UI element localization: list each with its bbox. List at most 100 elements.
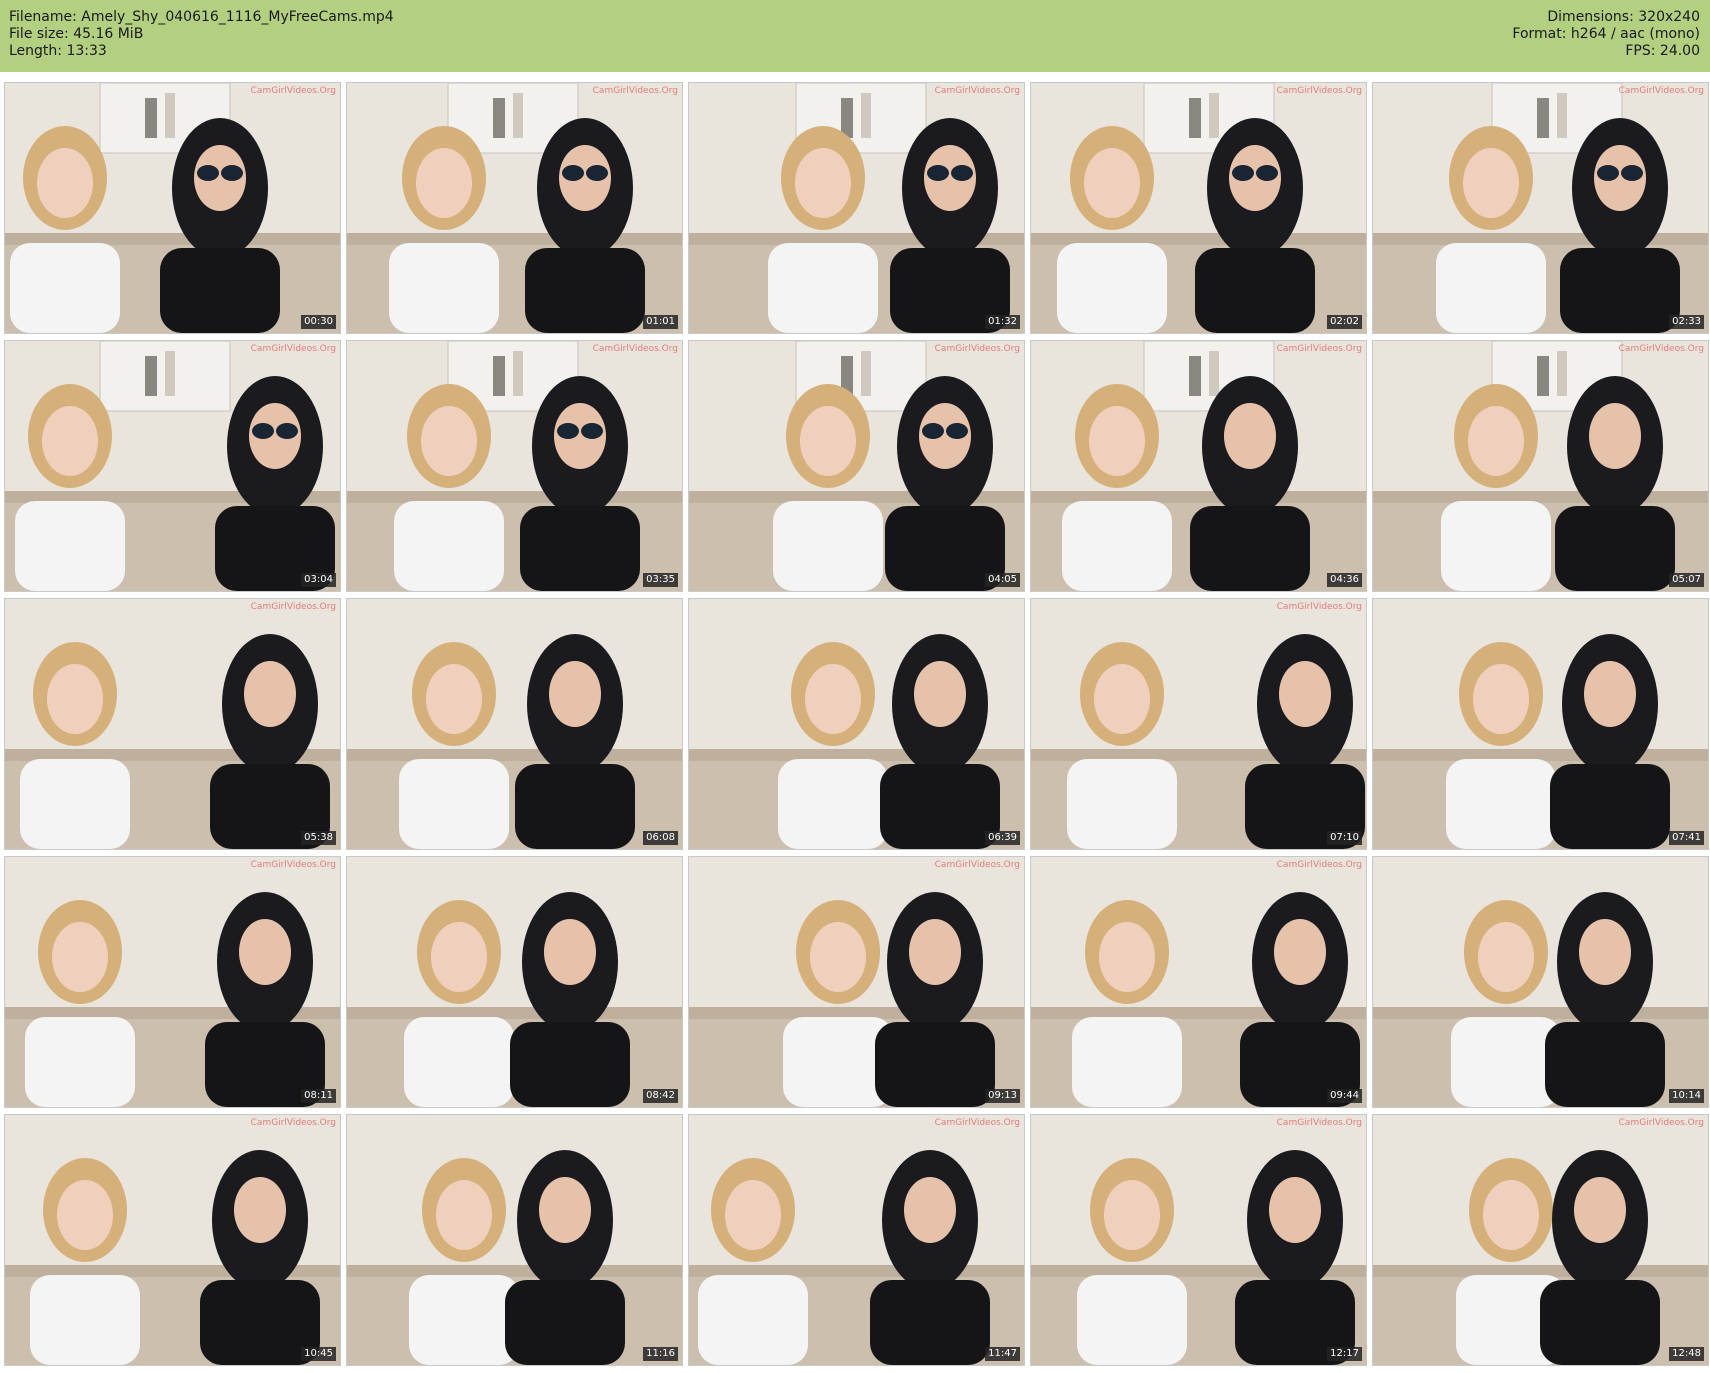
dimensions-text: Dimensions: 320x240 xyxy=(1547,9,1700,25)
video-frame xyxy=(5,599,340,849)
watermark-text: CamGirlVideos.Org xyxy=(250,1118,336,1128)
timestamp-label: 03:04 xyxy=(301,573,336,587)
watermark-text: CamGirlVideos.Org xyxy=(1618,1118,1704,1128)
timestamp-label: 00:30 xyxy=(301,315,336,329)
timestamp-label: 01:01 xyxy=(643,315,678,329)
thumbnail[interactable]: CamGirlVideos.Org 04:05 xyxy=(689,341,1024,591)
timestamp-label: 08:11 xyxy=(301,1089,336,1103)
timestamp-label: 05:38 xyxy=(301,831,336,845)
timestamp-label: 11:47 xyxy=(985,1347,1020,1361)
format-text: Format: h264 / aac (mono) xyxy=(1512,26,1700,42)
video-frame xyxy=(1373,1115,1708,1365)
thumbnail[interactable]: CamGirlVideos.Org 11:47 xyxy=(689,1115,1024,1365)
watermark-text: CamGirlVideos.Org xyxy=(250,602,336,612)
thumbnail[interactable]: CamGirlVideos.Org 01:32 xyxy=(689,83,1024,333)
video-frame xyxy=(1031,599,1366,849)
video-frame xyxy=(347,599,682,849)
thumbnail[interactable]: 06:08 xyxy=(347,599,682,849)
thumbnail[interactable]: CamGirlVideos.Org 03:04 xyxy=(5,341,340,591)
watermark-text: CamGirlVideos.Org xyxy=(934,860,1020,870)
video-frame xyxy=(689,1115,1024,1365)
watermark-text: CamGirlVideos.Org xyxy=(592,344,678,354)
timestamp-label: 09:13 xyxy=(985,1089,1020,1103)
watermark-text: CamGirlVideos.Org xyxy=(250,860,336,870)
thumbnail[interactable]: CamGirlVideos.Org 03:35 xyxy=(347,341,682,591)
thumbnail[interactable]: CamGirlVideos.Org 02:33 xyxy=(1373,83,1708,333)
thumbnail[interactable]: CamGirlVideos.Org 02:02 xyxy=(1031,83,1366,333)
watermark-text: CamGirlVideos.Org xyxy=(1276,344,1362,354)
thumbnail-grid: CamGirlVideos.Org 00:30 CamGirlVideos.Org 0… xyxy=(5,83,1708,1368)
timestamp-label: 07:41 xyxy=(1669,831,1704,845)
filename-text: Filename: Amely_Shy_040616_1116_MyFreeCa… xyxy=(9,9,394,25)
fps-text: FPS: 24.00 xyxy=(1625,43,1700,59)
watermark-text: CamGirlVideos.Org xyxy=(1276,86,1362,96)
watermark-text: CamGirlVideos.Org xyxy=(250,344,336,354)
length-text: Length: 13:33 xyxy=(9,43,107,59)
video-frame xyxy=(1031,83,1366,333)
timestamp-label: 07:10 xyxy=(1327,831,1362,845)
timestamp-label: 02:33 xyxy=(1669,315,1704,329)
watermark-text: CamGirlVideos.Org xyxy=(934,86,1020,96)
timestamp-label: 11:16 xyxy=(643,1347,678,1361)
thumbnail[interactable]: CamGirlVideos.Org 07:10 xyxy=(1031,599,1366,849)
video-frame xyxy=(5,83,340,333)
thumbnail[interactable]: CamGirlVideos.Org 09:44 xyxy=(1031,857,1366,1107)
video-frame xyxy=(1373,341,1708,591)
thumbnail[interactable]: CamGirlVideos.Org 05:07 xyxy=(1373,341,1708,591)
video-frame xyxy=(689,599,1024,849)
thumbnail[interactable]: CamGirlVideos.Org 01:01 xyxy=(347,83,682,333)
timestamp-label: 08:42 xyxy=(643,1089,678,1103)
thumbnail[interactable]: CamGirlVideos.Org 10:45 xyxy=(5,1115,340,1365)
timestamp-label: 06:39 xyxy=(985,831,1020,845)
thumbnail[interactable]: 06:39 xyxy=(689,599,1024,849)
timestamp-label: 09:44 xyxy=(1327,1089,1362,1103)
video-frame xyxy=(347,857,682,1107)
watermark-text: CamGirlVideos.Org xyxy=(1618,344,1704,354)
video-frame xyxy=(347,341,682,591)
watermark-text: CamGirlVideos.Org xyxy=(1276,860,1362,870)
stream-info: Dimensions: 320x240 Format: h264 / aac (… xyxy=(1512,9,1700,60)
watermark-text: CamGirlVideos.Org xyxy=(1618,86,1704,96)
watermark-text: CamGirlVideos.Org xyxy=(934,1118,1020,1128)
timestamp-label: 12:17 xyxy=(1327,1347,1362,1361)
timestamp-label: 02:02 xyxy=(1327,315,1362,329)
video-frame xyxy=(1373,599,1708,849)
thumbnail[interactable]: CamGirlVideos.Org 00:30 xyxy=(5,83,340,333)
timestamp-label: 05:07 xyxy=(1669,573,1704,587)
thumbnail[interactable]: 11:16 xyxy=(347,1115,682,1365)
thumbnail[interactable]: CamGirlVideos.Org 12:17 xyxy=(1031,1115,1366,1365)
timestamp-label: 10:45 xyxy=(301,1347,336,1361)
watermark-text: CamGirlVideos.Org xyxy=(1276,1118,1362,1128)
video-frame xyxy=(689,857,1024,1107)
thumbnail[interactable]: CamGirlVideos.Org 12:48 xyxy=(1373,1115,1708,1365)
thumbnail[interactable]: 08:42 xyxy=(347,857,682,1107)
video-frame xyxy=(5,857,340,1107)
timestamp-label: 12:48 xyxy=(1669,1347,1704,1361)
timestamp-label: 03:35 xyxy=(643,573,678,587)
video-frame xyxy=(5,341,340,591)
info-header: Filename: Amely_Shy_040616_1116_MyFreeCa… xyxy=(0,0,1710,72)
thumbnail[interactable]: CamGirlVideos.Org 08:11 xyxy=(5,857,340,1107)
timestamp-label: 04:36 xyxy=(1327,573,1362,587)
thumbnail[interactable]: 07:41 xyxy=(1373,599,1708,849)
watermark-text: CamGirlVideos.Org xyxy=(250,86,336,96)
watermark-text: CamGirlVideos.Org xyxy=(592,86,678,96)
video-frame xyxy=(1373,83,1708,333)
timestamp-label: 01:32 xyxy=(985,315,1020,329)
video-frame xyxy=(347,83,682,333)
thumbnail[interactable]: CamGirlVideos.Org 09:13 xyxy=(689,857,1024,1107)
video-frame xyxy=(1031,341,1366,591)
video-frame xyxy=(1031,1115,1366,1365)
thumbnail[interactable]: CamGirlVideos.Org 05:38 xyxy=(5,599,340,849)
video-frame xyxy=(1031,857,1366,1107)
thumbnail[interactable]: CamGirlVideos.Org 04:36 xyxy=(1031,341,1366,591)
file-info: Filename: Amely_Shy_040616_1116_MyFreeCa… xyxy=(9,9,394,60)
video-frame xyxy=(689,83,1024,333)
watermark-text: CamGirlVideos.Org xyxy=(1276,602,1362,612)
thumbnail[interactable]: 10:14 xyxy=(1373,857,1708,1107)
timestamp-label: 06:08 xyxy=(643,831,678,845)
watermark-text: CamGirlVideos.Org xyxy=(934,344,1020,354)
video-frame xyxy=(347,1115,682,1365)
filesize-text: File size: 45.16 MiB xyxy=(9,26,144,42)
timestamp-label: 10:14 xyxy=(1669,1089,1704,1103)
